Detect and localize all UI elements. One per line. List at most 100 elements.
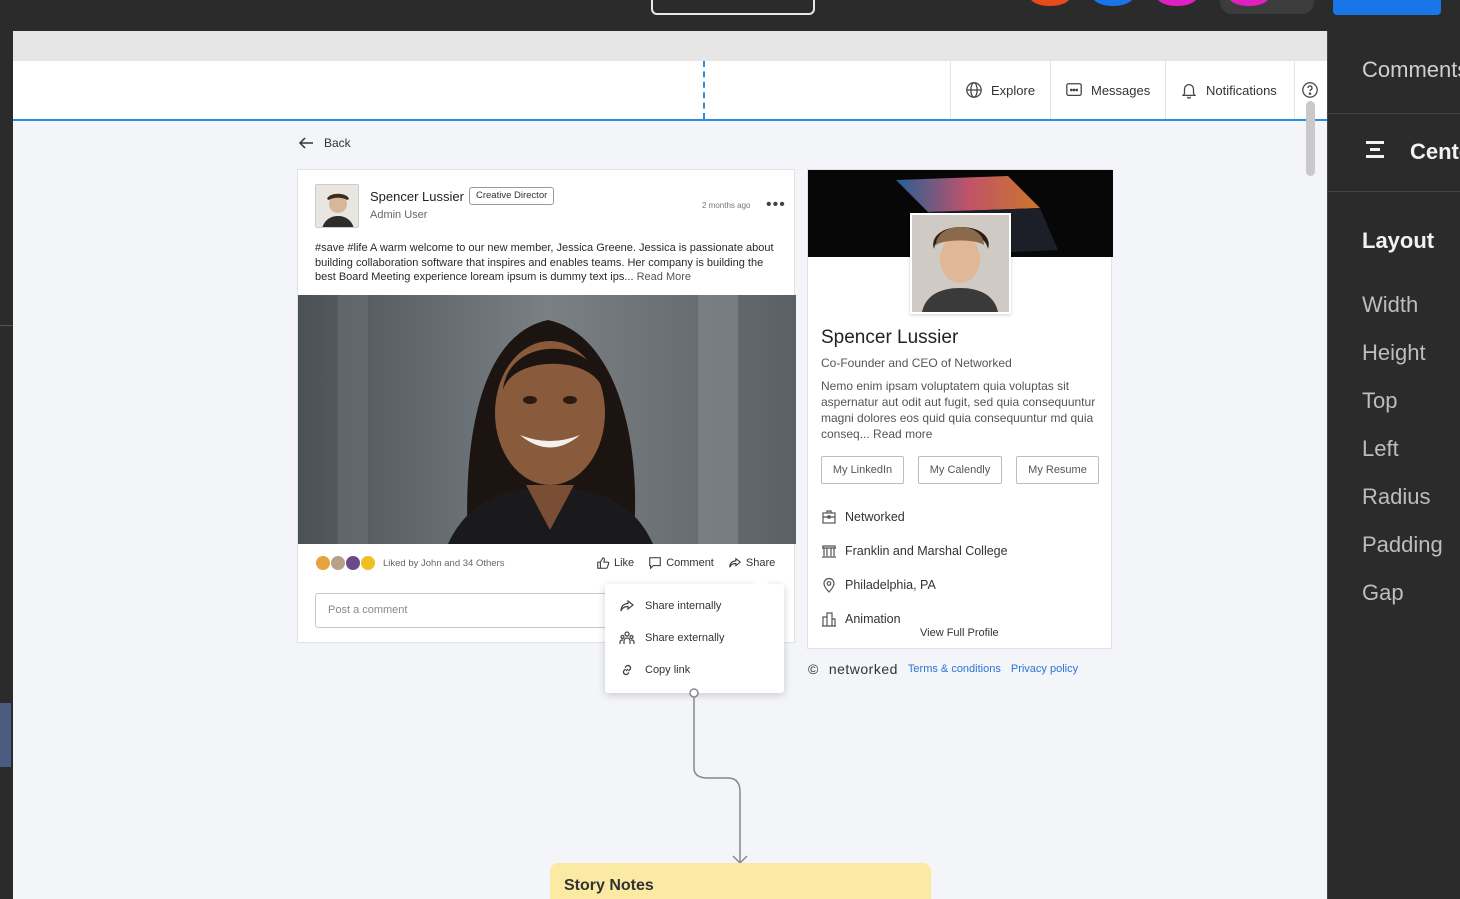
- prop-radius[interactable]: Radius: [1362, 484, 1430, 510]
- nav-messages-label: Messages: [1091, 82, 1151, 98]
- comment-button[interactable]: Comment: [648, 556, 714, 570]
- comments-tab[interactable]: Comments: [1362, 57, 1460, 83]
- share-internally-label: Share internally: [645, 600, 722, 612]
- post-actions: Like Comment Share: [596, 556, 775, 570]
- prop-width[interactable]: Width: [1362, 292, 1418, 318]
- divider: [1328, 113, 1460, 114]
- prop-top[interactable]: Top: [1362, 388, 1397, 414]
- back-link[interactable]: Back: [298, 136, 351, 150]
- alignment-guide: [703, 61, 705, 119]
- collaborator-avatar[interactable]: [1157, 0, 1197, 6]
- profile-title: Co-Founder and CEO of Networked: [821, 356, 1012, 370]
- profile-bio: Nemo enim ipsam voluptatem quia voluptas…: [821, 378, 1103, 442]
- post-card: Spencer Lussier Creative Director Admin …: [297, 169, 796, 643]
- bio-read-more-link[interactable]: Read more: [873, 427, 932, 441]
- collaborator-avatar[interactable]: [1093, 0, 1133, 6]
- post-timestamp: 2 months ago: [702, 201, 751, 210]
- design-canvas[interactable]: Explore Messages Notifications Back Spen…: [13, 31, 1327, 899]
- info-industry: Animation: [821, 611, 901, 627]
- share-externally-item[interactable]: Share externally: [619, 622, 725, 654]
- nav-explore[interactable]: Explore: [950, 61, 1049, 119]
- prop-gap[interactable]: Gap: [1362, 580, 1404, 606]
- bell-icon: [1181, 83, 1197, 99]
- left-panel-edge: [0, 31, 13, 899]
- scrollbar-thumb[interactable]: [1306, 101, 1315, 176]
- profile-avatar[interactable]: [910, 213, 1011, 314]
- prop-left[interactable]: Left: [1362, 436, 1399, 462]
- share-externally-label: Share externally: [645, 632, 725, 644]
- comment-input[interactable]: Post a comment: [315, 593, 615, 628]
- share-icon: [729, 557, 741, 568]
- calendly-button[interactable]: My Calendly: [918, 456, 1002, 484]
- nav-notifications-label: Notifications: [1206, 82, 1277, 98]
- location-pin-icon: [823, 577, 835, 593]
- liker-avatar: [315, 555, 331, 571]
- industry-label: Animation: [845, 612, 901, 626]
- frame-selector[interactable]: [651, 0, 815, 15]
- story-notes-title: Story Notes: [564, 877, 654, 894]
- post-body: #save #life A warm welcome to our new me…: [315, 241, 785, 285]
- share-button[interactable]: [1333, 0, 1441, 15]
- profile-name: Spencer Lussier: [821, 327, 959, 348]
- link-icon: [622, 664, 632, 676]
- brand-logo: networked: [828, 661, 898, 677]
- likes-summary[interactable]: Liked by John and 34 Others: [315, 555, 504, 571]
- info-location: Philadelphia, PA: [821, 577, 936, 593]
- privacy-link[interactable]: Privacy policy: [1011, 663, 1078, 675]
- briefcase-icon: [822, 510, 836, 524]
- view-full-profile-link[interactable]: View Full Profile: [920, 627, 999, 639]
- college-label: Franklin and Marshal College: [845, 544, 1008, 558]
- align-center-icon[interactable]: [1364, 139, 1388, 161]
- app-navbar: Explore Messages Notifications: [13, 61, 1327, 121]
- copy-link-label: Copy link: [645, 664, 691, 676]
- author-avatar[interactable]: [315, 184, 359, 228]
- editor-top-bar: [0, 0, 1460, 31]
- layout-heading: Layout: [1362, 228, 1435, 253]
- liker-avatar: [345, 555, 361, 571]
- share-arrow-icon: [620, 599, 634, 612]
- post-author-name[interactable]: Spencer Lussier: [370, 189, 464, 204]
- message-icon: [1066, 83, 1082, 97]
- story-notes-card[interactable]: Story Notes: [550, 863, 931, 899]
- nav-messages[interactable]: Messages: [1050, 61, 1164, 119]
- copy-link-item[interactable]: Copy link: [619, 654, 690, 686]
- collaborator-avatar[interactable]: [1030, 0, 1070, 6]
- post-image[interactable]: [298, 295, 796, 544]
- selection-marker[interactable]: [0, 703, 11, 767]
- liker-avatar: [360, 555, 376, 571]
- location-label: Philadelphia, PA: [845, 578, 936, 592]
- comment-icon: [649, 557, 661, 570]
- company-label: Networked: [845, 510, 905, 524]
- copyright-symbol: ©: [808, 661, 819, 677]
- more-options-icon[interactable]: •••: [766, 196, 786, 214]
- bio-text: Nemo enim ipsam voluptatem quia voluptas…: [821, 379, 1096, 441]
- liked-by-text: Liked by John and 34 Others: [383, 557, 505, 569]
- info-college: Franklin and Marshal College: [821, 543, 1008, 559]
- share-post-button[interactable]: Share: [728, 556, 775, 570]
- building-icon: [822, 545, 836, 558]
- share-internally-item[interactable]: Share internally: [619, 590, 721, 622]
- prop-height[interactable]: Height: [1362, 340, 1426, 366]
- people-icon: [619, 631, 635, 644]
- nav-notifications[interactable]: Notifications: [1165, 61, 1291, 119]
- info-company: Networked: [821, 509, 905, 525]
- divider: [0, 325, 13, 326]
- linkedin-button[interactable]: My LinkedIn: [821, 456, 904, 484]
- divider: [1328, 191, 1460, 192]
- profile-card: Spencer Lussier Co-Founder and CEO of Ne…: [807, 169, 1113, 649]
- terms-link[interactable]: Terms & conditions: [908, 663, 1001, 675]
- industry-icon: [822, 612, 836, 627]
- share-dropdown: Share internally Share externally Copy l…: [605, 575, 784, 693]
- post-author-role: Admin User: [370, 209, 428, 221]
- globe-icon: [966, 82, 982, 98]
- resume-button[interactable]: My Resume: [1016, 456, 1099, 484]
- frame-header: [13, 31, 1327, 61]
- prop-padding[interactable]: Padding: [1362, 532, 1443, 558]
- comment-label: Comment: [666, 557, 714, 569]
- page-footer: © networked Terms & conditions Privacy p…: [808, 661, 1078, 677]
- alignment-value[interactable]: Center: [1410, 139, 1460, 165]
- prototype-connector[interactable]: [683, 686, 763, 866]
- like-button[interactable]: Like: [596, 556, 634, 570]
- like-label: Like: [614, 557, 635, 569]
- read-more-link[interactable]: Read More: [637, 271, 691, 283]
